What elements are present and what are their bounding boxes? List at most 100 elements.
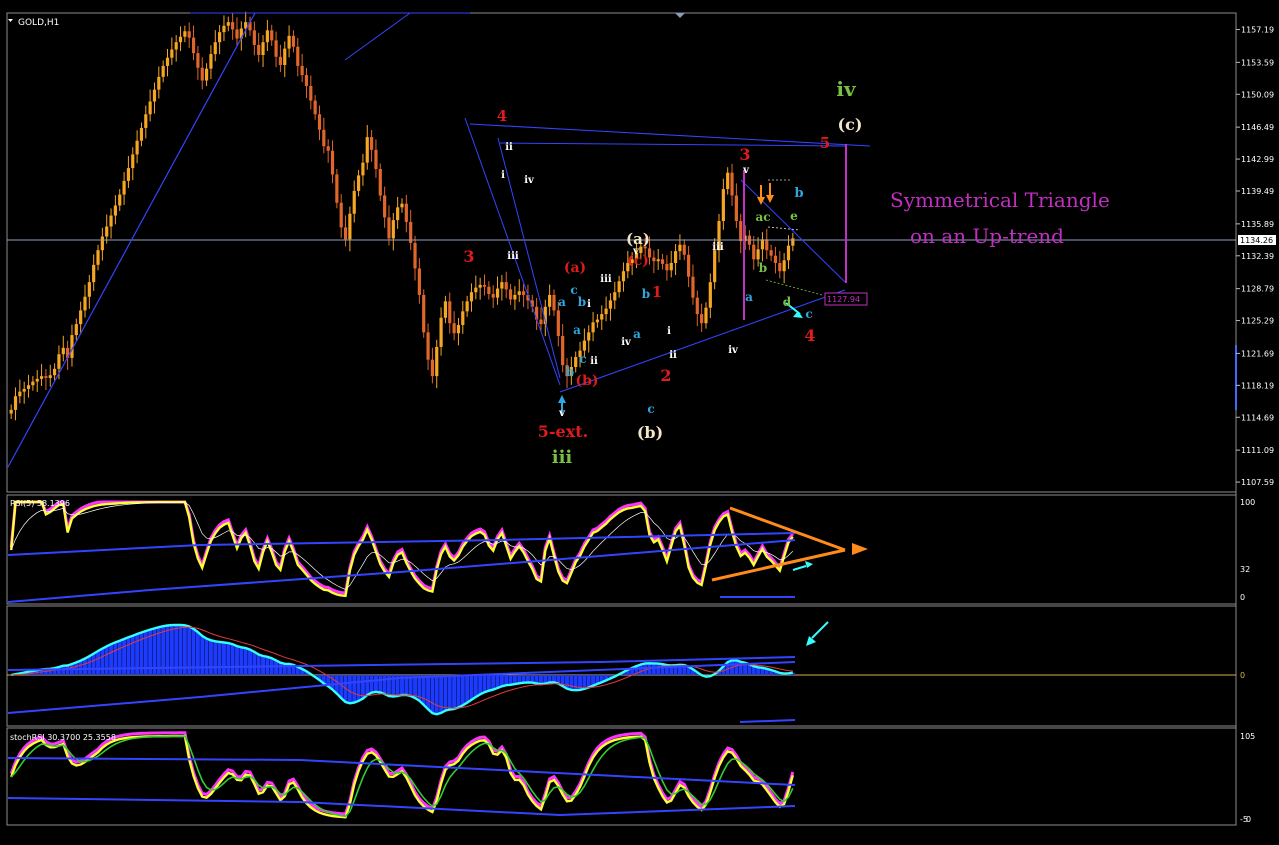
candle-body [352,190,356,214]
candle-body [730,172,734,196]
wave-label: b [578,295,586,309]
wave-label: (c) [838,115,863,134]
candle-body [448,301,452,324]
candle-body [404,203,408,222]
candle-body [13,396,18,410]
macd-trend-band-bottom [739,719,796,723]
candle-body [322,129,326,147]
candle-body [430,359,434,377]
candle-body [508,289,513,300]
cyan-arrow-line [811,621,829,639]
candle-body [478,284,482,288]
candle-body [131,154,135,169]
candle-body [656,259,660,262]
wave-label: 2 [660,366,671,385]
price-tick-label: 1107.59 [1241,478,1274,487]
candle-body [587,332,591,341]
price-tick-label: 1142.99 [1241,155,1274,164]
candle-body [582,340,586,351]
price-axis: 1157.19 1153.59 1150.09 1146.49 1142.99 1139.… [1236,26,1274,487]
candle-body [96,250,100,265]
stochrsi-label: stochRSI 30.3700 25.3558 [10,733,116,742]
candle-body [500,282,504,289]
macd-panel[interactable] [7,621,1236,723]
candle-body [170,49,174,58]
candle-body [487,286,491,295]
candle-body [791,238,795,246]
wave-label: (a) [564,260,586,276]
candle-body [687,254,691,277]
candle-body [691,276,695,298]
candle-body [391,220,395,239]
candle-body [317,114,322,130]
wave-label: iv [728,345,739,356]
rsi-level-top: 100 [1240,498,1255,507]
stoch-main-line [10,734,794,819]
stochrsi-panel[interactable] [7,731,796,819]
candle-body [574,356,578,368]
candle-body [257,44,261,55]
candle-body [48,375,52,378]
candle-body [513,294,517,300]
candle-body [465,301,469,312]
chevron-down-icon[interactable] [8,19,13,22]
macd-zero-label: 0 [1240,671,1245,680]
candle-body [439,317,443,347]
candle-body [261,42,265,55]
wave-label: ii [505,142,513,153]
candle-body [18,391,22,397]
pattern-title-line1: Symmetrical Triangle [890,188,1110,212]
candle-body [252,30,256,45]
arrow-down-icon [766,183,774,203]
candle-body [461,311,465,326]
candle-body [682,244,686,255]
rsi-label: RSI(5) 58.1396 [10,499,70,508]
candle-body [161,65,165,77]
candle-body [100,236,104,251]
price-tick-label: 1111.09 [1241,446,1274,455]
candle-body [595,319,600,323]
candle-body [118,194,122,206]
wave-label: iii [712,242,724,253]
candle-body [61,347,65,355]
candle-body [165,57,170,66]
candle-body [74,324,78,336]
candle-body [474,287,478,293]
candle-body [443,301,448,318]
candle-body [752,244,756,260]
arrow-down-left-icon [806,636,816,646]
rsi-panel[interactable] [7,500,868,603]
candle-body [283,48,287,66]
candle-body [157,76,161,90]
wave-label: a [573,323,581,337]
wave-label: 5 [820,134,830,152]
candle-body [31,381,35,386]
wave-label: b [566,365,574,379]
candle-body [187,31,191,38]
candle-body [152,89,157,102]
candle-body [57,354,61,369]
candle-body [348,213,352,240]
candle-body [135,140,139,155]
candle-body [491,294,495,298]
candle-body [309,85,313,101]
scroll-marker-icon[interactable] [675,13,685,18]
candle-body [495,288,500,298]
wave-label: 5-ext. [538,422,588,441]
candle-body [700,314,704,324]
candle-body [604,308,608,315]
candle-body [422,294,426,333]
upper-resistance-line-2 [499,142,846,147]
candle-body [200,67,204,81]
arrow-right-icon [852,543,868,555]
price-tick-label: 1150.09 [1241,90,1274,99]
wave-label: iii [552,447,573,468]
price-tick-label: 1157.19 [1241,26,1274,35]
candle-body [734,195,738,222]
candle-body [726,172,730,190]
candle-body [517,291,521,295]
symbol-label: GOLD,H1 [18,18,59,28]
upper-resistance-line [469,123,871,147]
candle-body [52,368,57,376]
wave-label: 4 [497,107,507,125]
